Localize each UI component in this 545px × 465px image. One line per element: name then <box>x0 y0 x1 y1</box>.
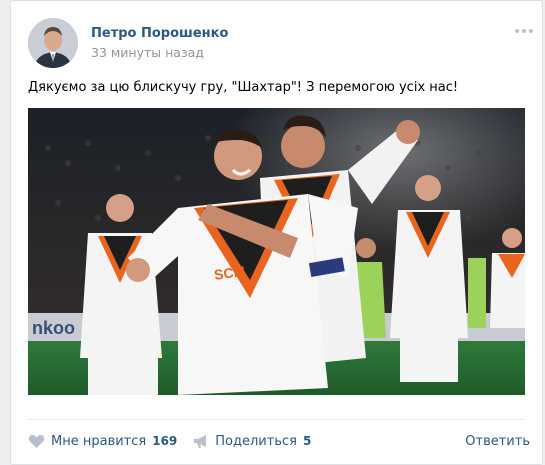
dot <box>529 29 533 33</box>
more-dots-icon[interactable] <box>515 27 535 35</box>
photo-image: nkoo SCM <box>28 108 525 395</box>
post-text: Дякуємо за цю блискучу гру, "Шахтар"! З … <box>28 80 459 95</box>
like-count: 169 <box>152 434 178 448</box>
dot <box>522 29 526 33</box>
avatar-image <box>28 18 78 68</box>
megaphone-icon <box>193 434 209 449</box>
actions-divider <box>28 419 525 420</box>
heart-icon <box>28 434 45 449</box>
avatar[interactable] <box>28 18 78 68</box>
like-button[interactable]: Мне нравится 169 <box>28 434 177 449</box>
board-text: nkoo <box>32 318 75 338</box>
reply-button[interactable]: Ответить <box>465 434 530 449</box>
author-name[interactable]: Петро Порошенко <box>91 26 228 41</box>
share-count: 5 <box>302 434 312 448</box>
post-actions: Мне нравится 169 Поделиться 5 Ответить <box>28 432 530 450</box>
dot <box>515 29 519 33</box>
post-time[interactable]: 33 минуты назад <box>91 45 204 60</box>
like-label: Мне нравится <box>51 433 147 449</box>
share-button[interactable]: Поделиться 5 <box>193 434 311 449</box>
wall-post: Петро Порошенко 33 минуты назад Дякуємо … <box>10 0 543 465</box>
share-label: Поделиться <box>215 433 297 449</box>
post-photo[interactable]: nkoo SCM <box>28 108 525 395</box>
